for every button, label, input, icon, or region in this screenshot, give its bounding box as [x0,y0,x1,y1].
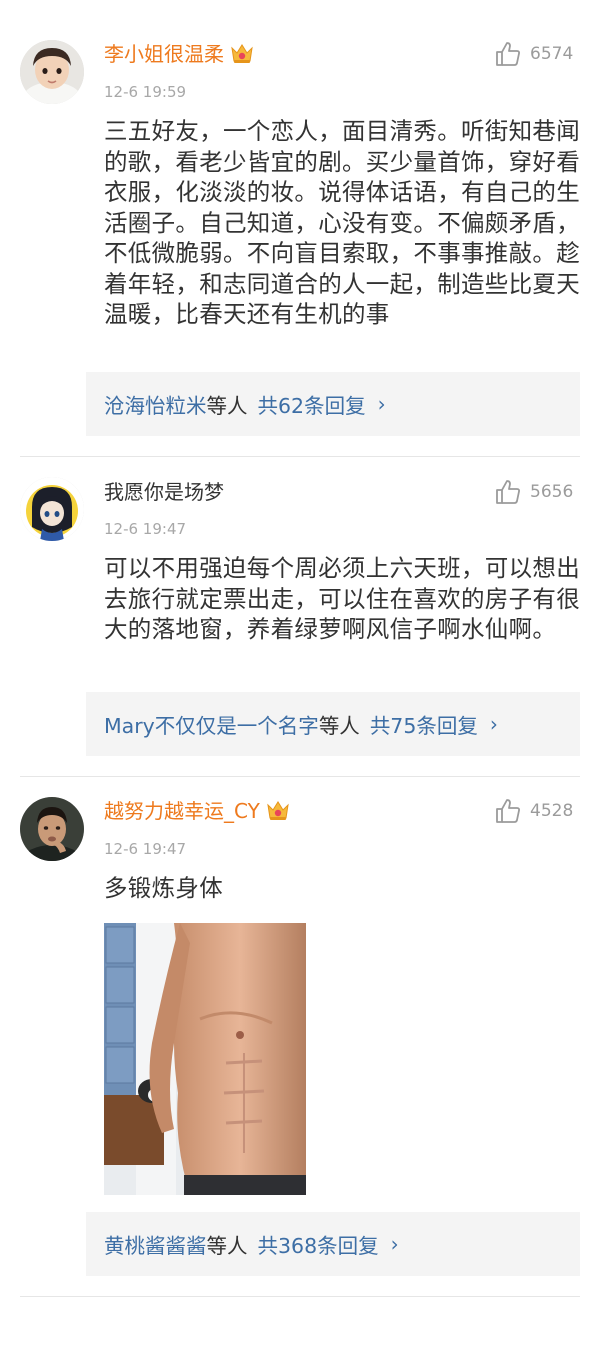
reply-suffix: 等人 [206,394,248,418]
timestamp: 12-6 19:47 [104,840,187,858]
like-count: 4528 [530,801,574,821]
thumbs-up-icon [496,480,520,504]
like-count: 6574 [530,44,574,64]
reply-suffix: 等人 [318,714,360,738]
comment-text: 多锻炼身体 [104,874,223,902]
reply-count[interactable]: 共75条回复 [370,709,478,739]
username-text[interactable]: 越努力越幸运_CY [104,799,260,823]
timestamp: 12-6 19:47 [104,520,187,538]
reply-user[interactable]: Mary不仅仅是一个名字 [104,709,319,739]
reply-user[interactable]: 沧海怡粒米 [104,389,207,419]
comment-text: 可以不用强迫每个周必须上六天班，可以想出去旅行就定票出走，可以住在喜欢的房子有很… [104,554,580,643]
vip-crown-icon [267,801,289,820]
like-button[interactable]: 4528 [494,797,573,825]
username[interactable]: 我愿你是场梦 [104,480,224,504]
comment-text: 三五好友，一个恋人，面目清秀。听街知巷闻的歌，看老少皆宜的剧。买少量首饰，穿好看… [104,117,580,328]
chevron-right-icon: › [390,1232,399,1256]
thumbs-up-icon [496,42,520,66]
reply-user[interactable]: 黄桃酱酱酱 [104,1229,207,1259]
avatar[interactable] [20,797,84,861]
replies-link[interactable]: 黄桃酱酱酱 等人 共368条回复 › [86,1212,580,1276]
replies-link[interactable]: 沧海怡粒米 等人 共62条回复 › [86,372,580,436]
reply-suffix: 等人 [206,1234,248,1258]
chevron-right-icon: › [377,392,386,416]
thumbs-up-icon [496,799,520,823]
divider [20,776,580,777]
username-text[interactable]: 我愿你是场梦 [104,480,224,504]
comment-photo[interactable] [104,923,306,1195]
like-count: 5656 [530,482,574,502]
like-button[interactable]: 5656 [494,478,573,506]
username[interactable]: 李小姐很温柔 [104,42,254,66]
reply-count[interactable]: 共62条回复 [258,389,366,419]
vip-crown-icon [231,44,253,63]
like-button[interactable]: 6574 [494,40,573,68]
reply-count[interactable]: 共368条回复 [258,1229,379,1259]
avatar[interactable] [20,40,84,104]
timestamp: 12-6 19:59 [104,83,187,101]
replies-link[interactable]: Mary不仅仅是一个名字 等人 共75条回复 › [86,692,580,756]
username[interactable]: 越努力越幸运_CY [104,799,290,823]
chevron-right-icon: › [489,712,498,736]
divider [20,456,580,457]
divider [20,1296,580,1297]
username-text[interactable]: 李小姐很温柔 [104,42,224,66]
torso-photo [104,923,306,1195]
avatar[interactable] [20,477,84,541]
